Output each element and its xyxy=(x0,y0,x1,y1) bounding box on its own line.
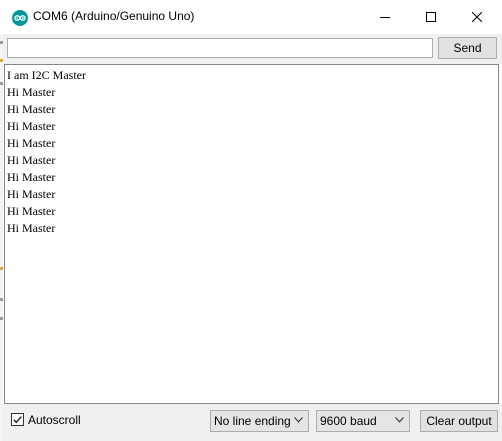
background-window-edge xyxy=(0,34,3,441)
maximize-icon xyxy=(426,12,436,22)
edge-mark xyxy=(0,267,3,270)
arduino-icon xyxy=(12,10,28,26)
clear-output-button[interactable]: Clear output xyxy=(420,410,498,432)
output-line: Hi Master xyxy=(7,136,56,150)
edge-mark xyxy=(0,317,3,320)
send-button[interactable]: Send xyxy=(438,37,497,59)
baud-rate-select[interactable]: 9600 baud xyxy=(316,410,410,432)
baud-rate-value: 9600 baud xyxy=(320,414,377,428)
autoscroll-label: Autoscroll xyxy=(28,413,81,427)
close-icon xyxy=(472,12,482,22)
edge-mark xyxy=(0,298,3,301)
output-line: Hi Master xyxy=(7,153,56,167)
output-line: Hi Master xyxy=(7,170,56,184)
output-line: Hi Master xyxy=(7,221,56,235)
minimize-icon xyxy=(380,17,390,18)
serial-monitor-window: COM6 (Arduino/Genuino Uno) Send I am I2C… xyxy=(0,0,502,441)
close-button[interactable] xyxy=(454,0,500,34)
serial-input[interactable] xyxy=(7,38,433,58)
chevron-down-icon xyxy=(294,417,303,423)
line-ending-value: No line ending xyxy=(214,414,291,428)
title-bar: COM6 (Arduino/Genuino Uno) xyxy=(0,0,502,34)
minimize-button[interactable] xyxy=(362,0,408,34)
maximize-button[interactable] xyxy=(408,0,454,34)
autoscroll-checkbox[interactable] xyxy=(11,413,24,426)
chevron-down-icon xyxy=(395,417,404,423)
output-line: Hi Master xyxy=(7,119,56,133)
serial-output[interactable]: I am I2C Master Hi Master Hi Master Hi M… xyxy=(4,64,499,404)
output-line: Hi Master xyxy=(7,102,56,116)
output-line: Hi Master xyxy=(7,187,56,201)
output-line: Hi Master xyxy=(7,85,56,99)
output-line: I am I2C Master xyxy=(7,68,86,82)
edge-mark xyxy=(0,82,3,85)
line-ending-select[interactable]: No line ending xyxy=(210,410,309,432)
checkmark-icon xyxy=(13,416,22,424)
window-title: COM6 (Arduino/Genuino Uno) xyxy=(33,9,195,23)
output-line: Hi Master xyxy=(7,204,56,218)
